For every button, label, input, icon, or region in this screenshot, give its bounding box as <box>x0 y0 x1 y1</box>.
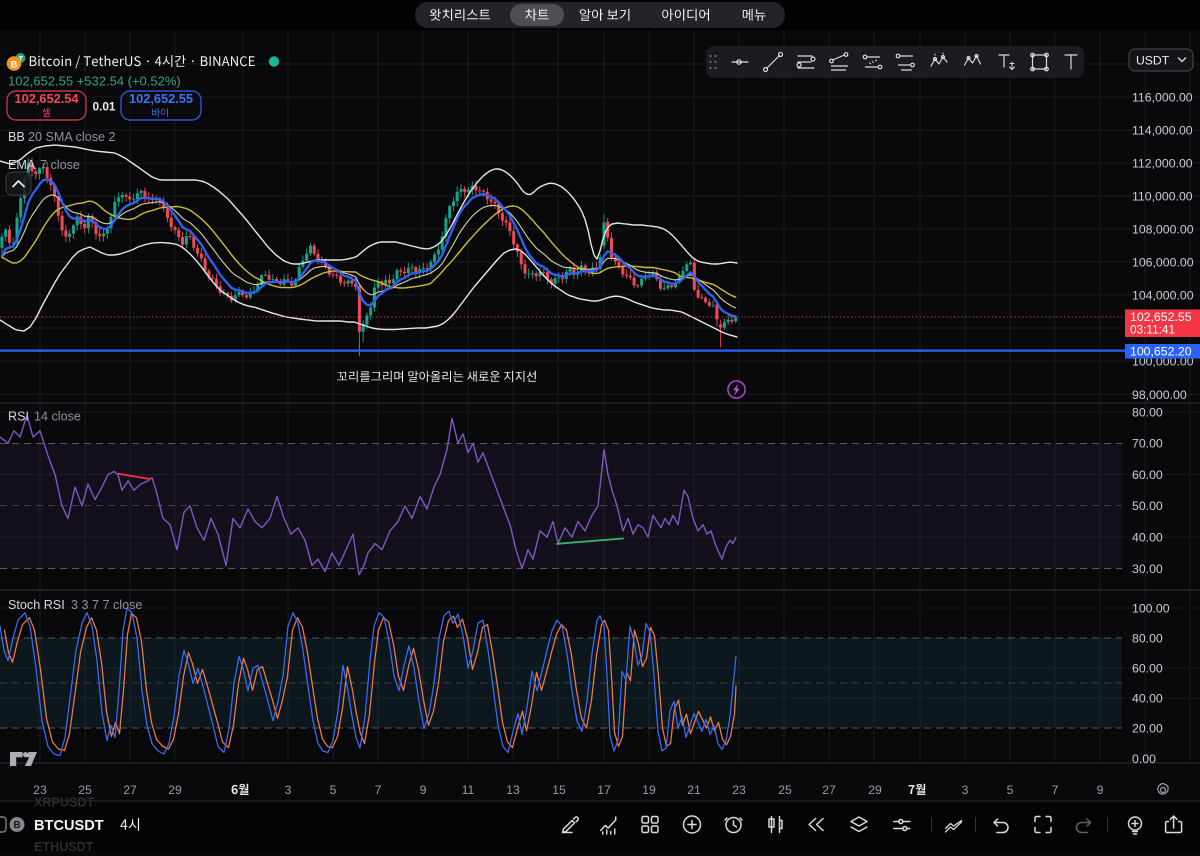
svg-text:3 3 7 7 close: 3 3 7 7 close <box>71 598 142 612</box>
svg-text:70.00: 70.00 <box>1132 437 1163 451</box>
svg-text:25: 25 <box>778 783 792 797</box>
svg-text:BB: BB <box>8 130 25 144</box>
svg-text:EMA: EMA <box>8 158 36 172</box>
svg-text:14 close: 14 close <box>34 410 81 424</box>
svg-text:60.00: 60.00 <box>1132 662 1163 676</box>
svg-text:ETHUSDT: ETHUSDT <box>34 840 94 851</box>
svg-text:20.00: 20.00 <box>1132 722 1163 736</box>
svg-text:100,652.20: 100,652.20 <box>1130 345 1192 359</box>
svg-text:102,652.55 +532.54 (+0.52%): 102,652.55 +532.54 (+0.52%) <box>8 74 181 89</box>
svg-text:9: 9 <box>420 783 427 797</box>
svg-text:7: 7 <box>1052 783 1059 797</box>
svg-text:30.00: 30.00 <box>1132 562 1163 576</box>
svg-text:98,000.00: 98,000.00 <box>1132 388 1187 402</box>
svg-text:15: 15 <box>552 783 566 797</box>
svg-text:RSI: RSI <box>8 410 29 424</box>
svg-text:50.00: 50.00 <box>1132 499 1163 513</box>
svg-text:27: 27 <box>123 783 137 797</box>
svg-text:108,000.00: 108,000.00 <box>1132 222 1194 236</box>
svg-text:27: 27 <box>822 783 836 797</box>
svg-text:102,652.54: 102,652.54 <box>14 91 79 106</box>
svg-text:Stoch RSI: Stoch RSI <box>8 598 65 612</box>
svg-text:23: 23 <box>732 783 746 797</box>
svg-text:5: 5 <box>1007 783 1014 797</box>
svg-text:40.00: 40.00 <box>1132 692 1163 706</box>
svg-text:116,000.00: 116,000.00 <box>1132 90 1193 104</box>
svg-text:0.01: 0.01 <box>93 100 116 114</box>
svg-text:USDT: USDT <box>1136 53 1170 67</box>
svg-text:21: 21 <box>687 783 701 797</box>
svg-text:19: 19 <box>642 783 656 797</box>
svg-text:112,000.00: 112,000.00 <box>1132 156 1193 170</box>
svg-text:3: 3 <box>962 783 969 797</box>
svg-text:03:11:41: 03:11:41 <box>1130 323 1175 337</box>
svg-text:80.00: 80.00 <box>1132 405 1163 419</box>
svg-text:29: 29 <box>868 783 882 797</box>
svg-text:11: 11 <box>462 783 475 797</box>
svg-text:29: 29 <box>168 783 182 797</box>
svg-text:3: 3 <box>285 783 292 797</box>
svg-text:B: B <box>13 820 20 831</box>
svg-text:110,000.00: 110,000.00 <box>1132 189 1193 203</box>
svg-text:5: 5 <box>330 783 337 797</box>
svg-text:7 close: 7 close <box>40 158 80 172</box>
svg-text:9: 9 <box>1097 783 1104 797</box>
svg-text:100.00: 100.00 <box>1132 602 1170 616</box>
svg-text:60.00: 60.00 <box>1132 468 1163 482</box>
svg-text:17: 17 <box>597 783 611 797</box>
svg-text:XRPUSDT: XRPUSDT <box>34 796 94 810</box>
svg-text:13: 13 <box>506 783 520 797</box>
svg-text:B: B <box>11 60 18 71</box>
svg-text:80.00: 80.00 <box>1132 632 1163 646</box>
svg-text:0.00: 0.00 <box>1132 752 1156 766</box>
svg-text:114,000.00: 114,000.00 <box>1132 123 1193 137</box>
svg-text:40.00: 40.00 <box>1132 531 1163 545</box>
svg-text:7: 7 <box>375 783 382 797</box>
svg-text:106,000.00: 106,000.00 <box>1132 255 1194 269</box>
svg-text:BTCUSDT: BTCUSDT <box>34 818 104 834</box>
svg-text:20 SMA close 2: 20 SMA close 2 <box>28 130 116 144</box>
svg-text:102,652.55: 102,652.55 <box>129 91 193 106</box>
svg-text:104,000.00: 104,000.00 <box>1132 288 1194 302</box>
